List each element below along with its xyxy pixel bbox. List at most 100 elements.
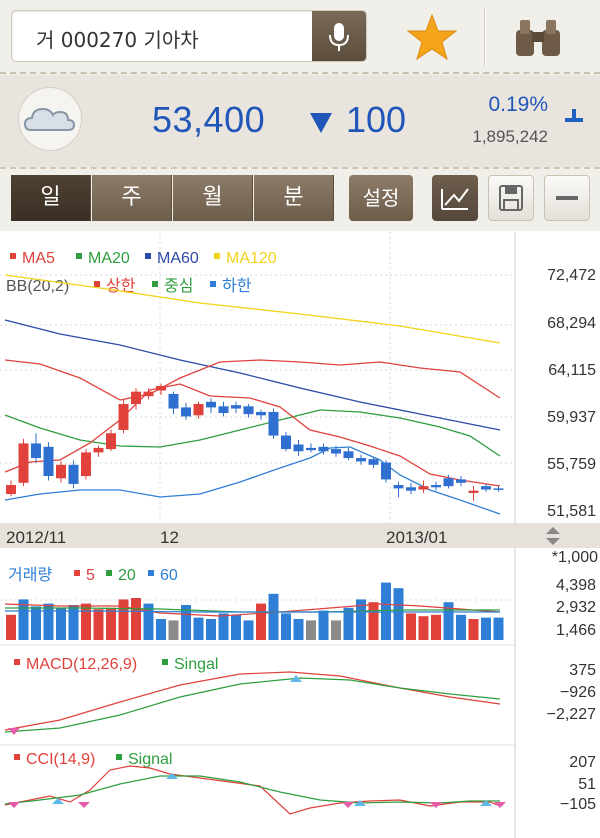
cci-line <box>4 765 501 815</box>
candle <box>368 459 379 465</box>
legend-bb: BB(20,2) <box>6 278 69 295</box>
volume-tick: 1,466 <box>556 622 596 639</box>
candle <box>281 435 291 450</box>
candle <box>456 479 466 483</box>
date-axis[interactable]: 2012/11 12 2013/01 <box>0 523 600 548</box>
volume-bar <box>481 617 491 640</box>
macd-tick: 375 <box>569 662 596 679</box>
candle <box>106 433 116 450</box>
price-tick: 51,581 <box>547 503 596 520</box>
volume-bar <box>18 599 29 640</box>
cci-legend: CCI(14,9) Signal <box>14 751 172 768</box>
volume-bar <box>168 620 179 640</box>
ma-legend: MA5 MA20 MA60 MA120 <box>10 250 277 267</box>
cci-tick: 51 <box>578 776 596 793</box>
candle <box>318 446 329 452</box>
volume-bar <box>206 619 216 640</box>
volume-bar <box>493 617 504 640</box>
candle <box>56 464 66 479</box>
macd-line <box>4 671 501 731</box>
macd-lines <box>4 671 501 733</box>
candle <box>118 404 129 430</box>
legend-ma120: MA120 <box>226 250 277 267</box>
candle <box>468 490 479 493</box>
candle <box>381 462 391 480</box>
price-tick: 64,115 <box>548 362 596 379</box>
cci-markers <box>8 773 506 808</box>
volume-title: 거래량 <box>8 566 52 584</box>
macd-signal-line <box>4 677 501 733</box>
candlestick-series <box>6 383 504 501</box>
cci-signal-line <box>4 775 500 805</box>
volume-bar <box>218 613 229 640</box>
date-label: 2013/01 <box>386 528 447 547</box>
ma120-line <box>4 274 501 344</box>
legend-vol20: 20 <box>118 567 136 584</box>
volume-bar <box>306 620 316 640</box>
candle <box>493 488 504 490</box>
candle <box>306 447 316 451</box>
legend-bb-middle: 중심 <box>164 277 193 295</box>
volume-bar <box>68 605 79 640</box>
price-tick: 72,472 <box>547 267 596 284</box>
volume-bar <box>318 610 329 640</box>
candle <box>443 478 454 487</box>
candle <box>156 386 166 391</box>
price-tick: 59,937 <box>547 409 596 426</box>
candle <box>218 406 229 414</box>
candle <box>131 391 141 405</box>
volume-tick: 2,932 <box>556 599 596 616</box>
candle <box>143 391 154 397</box>
volume-bar <box>456 614 466 640</box>
candle <box>6 485 16 495</box>
legend-vol5: 5 <box>86 567 95 584</box>
candle <box>293 444 304 452</box>
date-label: 12 <box>160 528 179 547</box>
volume-bar <box>243 620 254 640</box>
bb-upper-line <box>4 359 501 401</box>
volume-bar <box>281 613 291 640</box>
candle <box>181 407 191 417</box>
candle <box>356 458 366 462</box>
volume-bar <box>93 609 104 640</box>
candle <box>243 406 254 415</box>
volume-unit: *1,000 <box>552 549 598 566</box>
volume-bar <box>418 616 429 640</box>
volume-bar <box>406 613 416 640</box>
volume-bar <box>381 582 391 640</box>
candle <box>343 451 354 459</box>
price-tick: 55,759 <box>547 456 596 473</box>
candle <box>93 447 104 453</box>
candle <box>431 485 441 488</box>
volume-bar <box>43 603 54 640</box>
indicator-lines <box>4 274 501 515</box>
volume-bar <box>293 619 304 640</box>
volume-bar <box>268 593 279 640</box>
volume-tick: 4,398 <box>556 577 596 594</box>
volume-axis: *1,000 4,398 2,932 1,466 <box>552 549 598 639</box>
macd-tick: −2,227 <box>547 706 596 723</box>
candle <box>393 485 404 489</box>
volume-bar <box>468 619 479 640</box>
volume-bar <box>56 607 66 640</box>
candle <box>193 404 204 416</box>
volume-bar <box>256 603 266 640</box>
volume-bar <box>193 617 204 640</box>
legend-vol60: 60 <box>160 567 178 584</box>
volume-bar <box>368 602 379 640</box>
candle <box>268 411 279 436</box>
volume-bar <box>131 598 141 640</box>
volume-ma-lines <box>4 603 501 617</box>
cci-axis: 207 51 −105 <box>560 754 596 813</box>
cci-tick: 207 <box>569 754 596 771</box>
ma5-line <box>4 383 501 487</box>
candle <box>481 486 491 490</box>
volume-bar <box>6 614 16 640</box>
volume-bar <box>81 603 91 640</box>
macd-legend: MACD(12,26,9) Singal <box>14 656 218 673</box>
stock-chart[interactable]: MA5 MA20 MA60 MA120 BB(20,2) 상한 중심 하한 72… <box>0 0 600 838</box>
candle <box>43 446 54 477</box>
price-axis: 72,472 68,294 64,115 59,937 55,759 51,58… <box>547 267 596 520</box>
legend-macd-signal: Singal <box>174 656 218 673</box>
candle <box>81 452 91 477</box>
